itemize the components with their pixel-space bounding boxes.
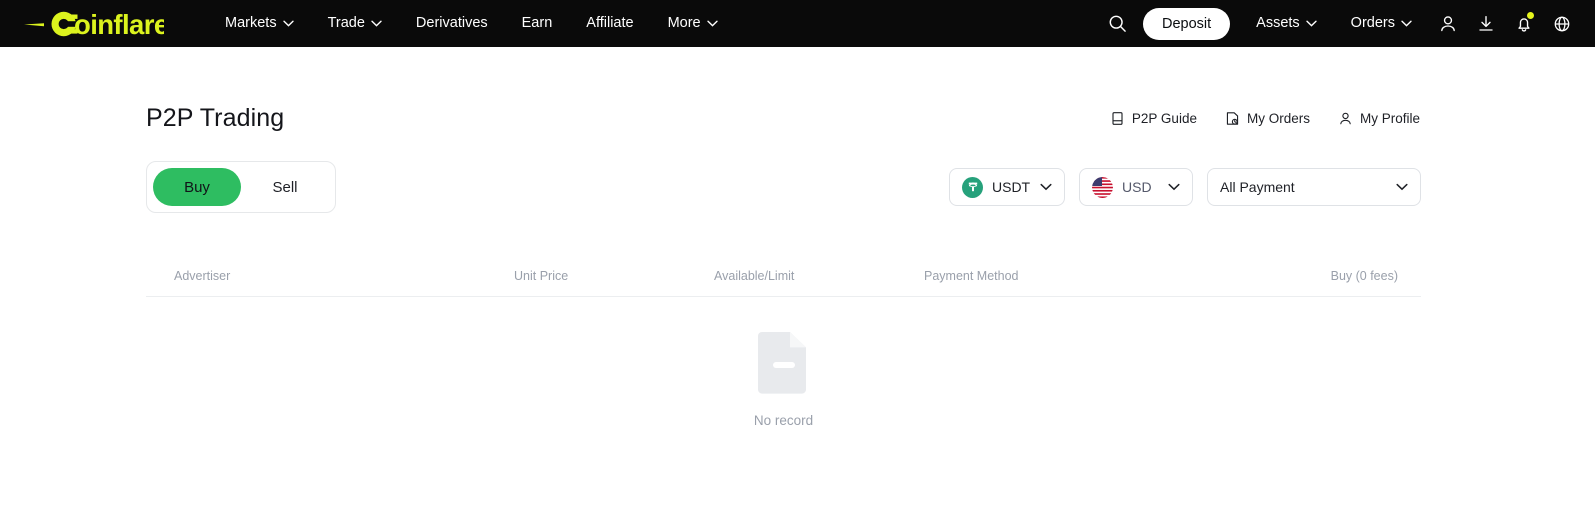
download-icon [1479,15,1493,31]
notifications-button[interactable] [1505,0,1543,47]
chevron-down-icon [1305,20,1317,27]
buy-tab[interactable]: Buy [153,168,241,206]
nav-item-markets[interactable]: Markets [208,0,311,47]
header-actions: Deposit Assets Orders [1099,0,1581,47]
sell-tab[interactable]: Sell [241,168,329,206]
language-button[interactable] [1543,0,1581,47]
account-button[interactable] [1429,0,1467,47]
top-navigation-bar: oinflare Markets Trade Derivatives Earn … [0,0,1595,47]
buy-sell-toggle: Buy Sell [146,161,336,213]
chevron-down-icon [1040,183,1052,191]
offers-table: Advertiser Unit Price Available/Limit Pa… [146,269,1421,428]
nav-label: Derivatives [415,15,488,31]
empty-state-text: No record [753,413,814,428]
fiat-value: USD [1122,179,1152,195]
tether-icon [962,176,983,198]
coinflare-logo-icon: oinflare [24,9,164,39]
order-history-icon [1226,112,1239,125]
link-label: My Orders [1246,111,1310,126]
book-icon [1112,112,1123,125]
chevron-down-icon [282,20,294,27]
nav-item-trade[interactable]: Trade [311,0,399,47]
nav-item-orders[interactable]: Orders [1334,0,1429,47]
column-header-available-limit: Available/Limit [714,269,795,283]
asset-value: USDT [992,179,1031,195]
nav-label: More [667,15,701,31]
empty-document-glyph [757,332,806,394]
chevron-down-icon [706,20,718,27]
empty-state: No record [146,297,1421,428]
payment-value: All Payment [1220,179,1295,195]
nav-label: Assets [1256,15,1300,31]
column-header-buy: Buy (0 fees) [1330,269,1398,283]
chevron-down-icon [1401,20,1412,27]
main-nav: Markets Trade Derivatives Earn Affiliate… [208,0,735,47]
nav-item-assets[interactable]: Assets [1239,0,1334,47]
tether-glyph [968,182,977,192]
filters-row: Buy Sell USDT USD All Payment [146,161,1421,213]
page-header-row: P2P Trading P2P Guide My Orders My Profi… [146,47,1421,133]
my-orders-link[interactable]: My Orders [1225,111,1310,126]
search-icon [1110,15,1127,32]
svg-text:oinflare: oinflare [74,9,164,39]
column-header-advertiser: Advertiser [174,269,231,283]
nav-label: Trade [327,15,365,31]
empty-document-icon [756,328,812,394]
fiat-select[interactable]: USD [1079,168,1193,206]
filter-selects: USDT USD All Payment [949,168,1421,206]
us-flag-glyph [1092,176,1113,198]
brand-logo[interactable]: oinflare [22,9,164,39]
notification-badge-dot [1527,12,1534,19]
nav-label: Affiliate [586,15,634,31]
nav-item-derivatives[interactable]: Derivatives [399,0,505,47]
page-title: P2P Trading [146,104,285,132]
page-quick-links: P2P Guide My Orders My Profile [1110,111,1421,126]
link-label: P2P Guide [1131,111,1197,126]
user-icon [1340,112,1351,125]
nav-item-earn[interactable]: Earn [505,0,570,47]
nav-label: Earn [521,15,553,31]
my-profile-link[interactable]: My Profile [1338,111,1420,126]
user-icon [1441,15,1455,31]
column-header-payment-method: Payment Method [924,269,1019,283]
us-flag-icon [1092,176,1113,198]
globe-icon [1554,16,1570,31]
chevron-down-icon [371,20,382,27]
nav-item-more[interactable]: More [651,0,735,47]
nav-label: Orders [1350,15,1395,31]
link-label: My Profile [1359,111,1420,126]
nav-item-affiliate[interactable]: Affiliate [569,0,650,47]
nav-label: Markets [225,15,277,31]
payment-method-select[interactable]: All Payment [1207,168,1421,206]
search-button[interactable] [1099,0,1137,47]
deposit-button[interactable]: Deposit [1142,7,1231,40]
asset-select[interactable]: USDT [949,168,1065,206]
page-body: P2P Trading P2P Guide My Orders My Profi… [0,47,1595,428]
download-app-button[interactable] [1467,0,1505,47]
chevron-down-icon [1396,183,1408,191]
column-header-unit-price: Unit Price [514,269,569,283]
table-header-row: Advertiser Unit Price Available/Limit Pa… [146,269,1421,297]
p2p-guide-link[interactable]: P2P Guide [1110,111,1197,126]
chevron-down-icon [1168,183,1180,191]
